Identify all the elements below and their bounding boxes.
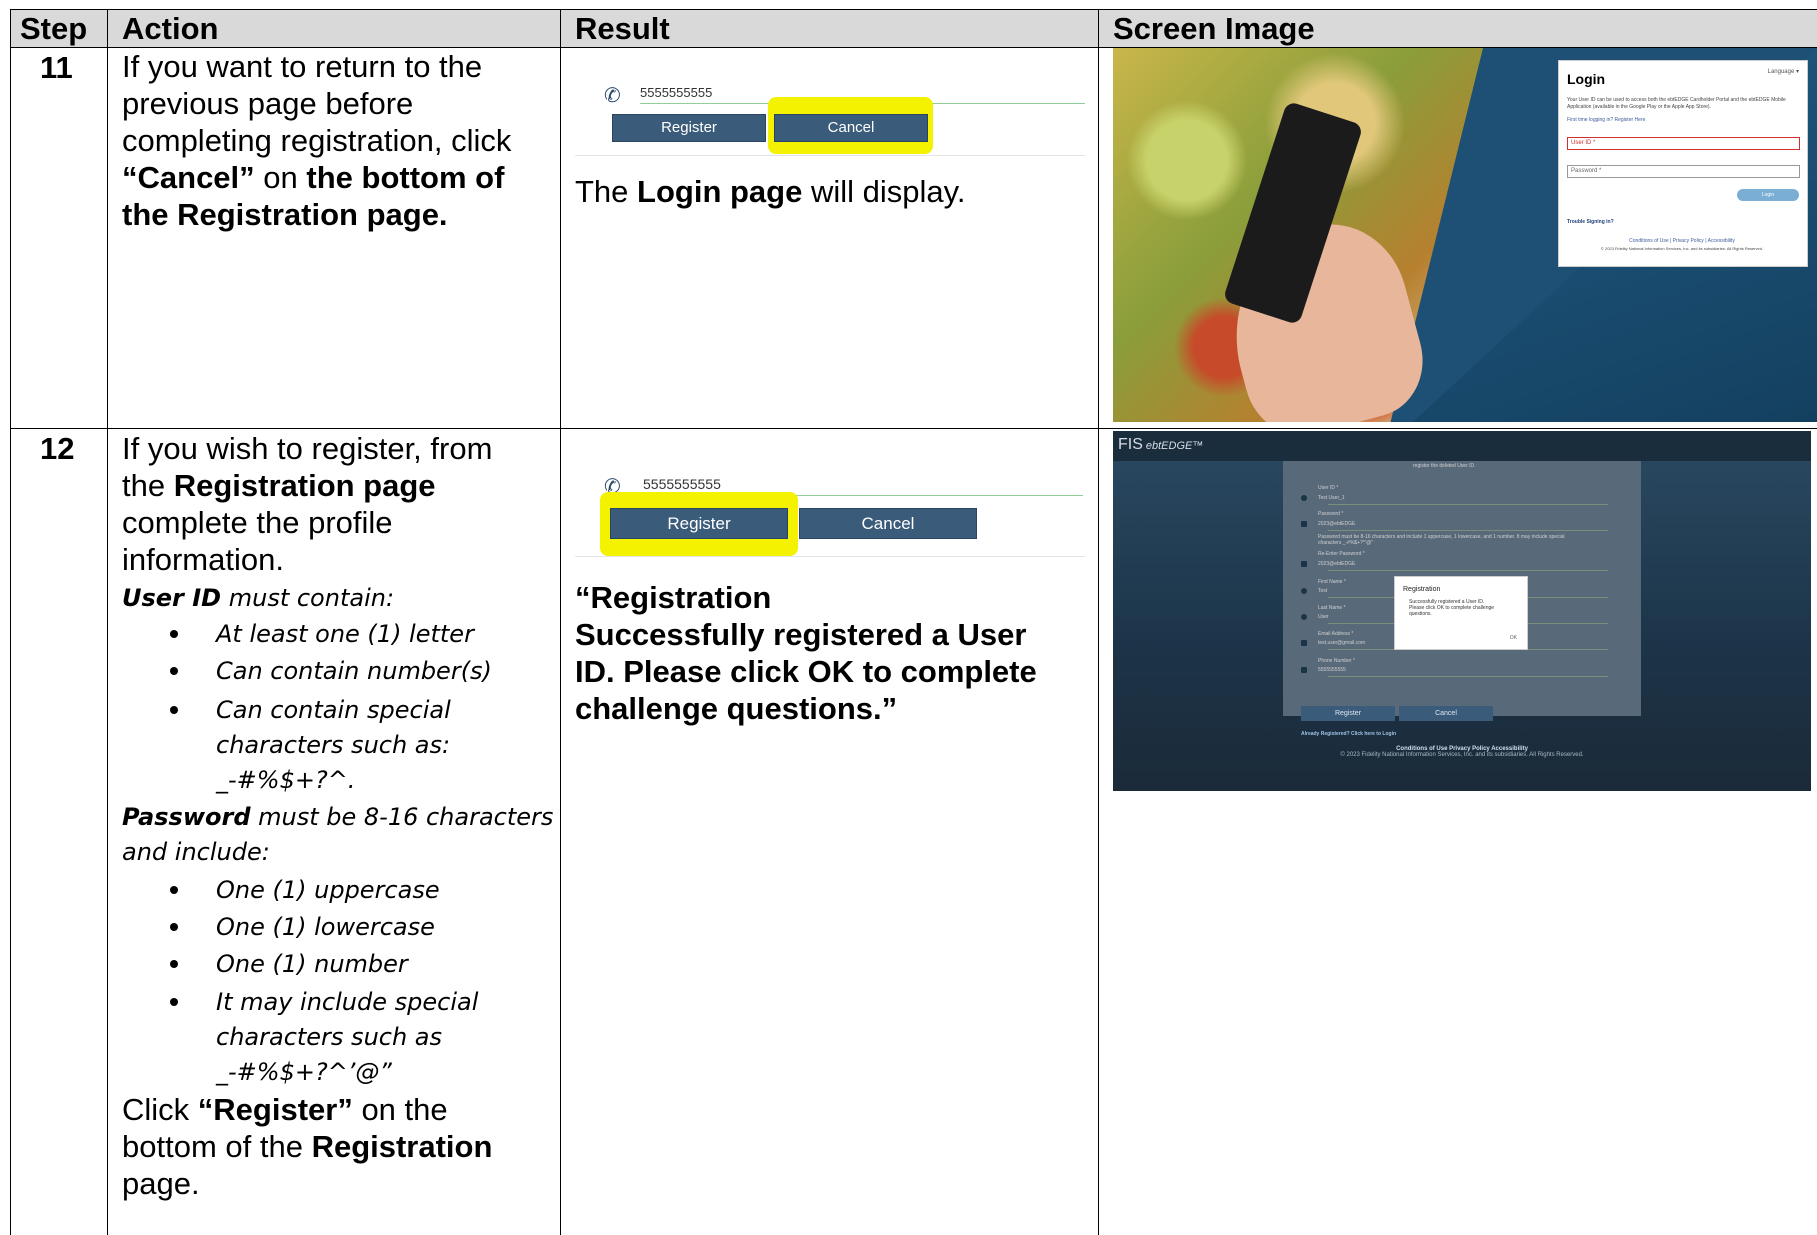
app-footer: Conditions of Use Privacy Policy Accessi… (1340, 746, 1584, 758)
header-row (10, 9, 1817, 47)
row-divider (10, 428, 1817, 429)
step-number: 12 (40, 431, 75, 466)
fis-logo: FIS ebtEDGE™ (1118, 436, 1204, 453)
header-action: Action (122, 11, 219, 46)
registration-dialog: Registration Successfully registered a U… (1394, 576, 1528, 650)
login-button[interactable]: Login (1737, 189, 1799, 201)
register-button[interactable]: Register (610, 508, 788, 539)
login-box: Login Language ▾ Your User ID can be use… (1558, 60, 1808, 267)
phone-icon: ✆ (604, 85, 621, 107)
ok-button[interactable]: OK (1510, 635, 1517, 641)
result-text: The Login page will display. (575, 174, 966, 209)
register-button[interactable]: Register (612, 114, 766, 142)
registration-screenshot: FIS ebtEDGE™ register the deleted User ID… (1113, 431, 1811, 791)
cancel-button[interactable]: Cancel (1399, 706, 1493, 721)
col-divider-result (1098, 9, 1099, 1235)
header-result: Result (575, 11, 670, 46)
user-id-field[interactable]: User ID * (1567, 137, 1800, 150)
step-number: 11 (40, 50, 73, 85)
login-screenshot: Login Language ▾ Your User ID can be use… (1113, 48, 1817, 422)
app-header (1113, 431, 1811, 461)
cancel-button[interactable]: Cancel (774, 114, 928, 142)
col-border-left (10, 9, 11, 1235)
col-divider-action (560, 9, 561, 1235)
header-step: Step (20, 11, 88, 46)
password-field[interactable]: Password * (1567, 165, 1800, 178)
table-border-top (10, 9, 1817, 10)
cancel-button[interactable]: Cancel (799, 508, 977, 539)
register-button[interactable]: Register (1301, 706, 1395, 721)
login-link[interactable]: Already Registered? Click here to Login (1301, 731, 1396, 737)
header-screen-image: Screen Image (1113, 11, 1315, 46)
col-divider-step (107, 9, 108, 1235)
